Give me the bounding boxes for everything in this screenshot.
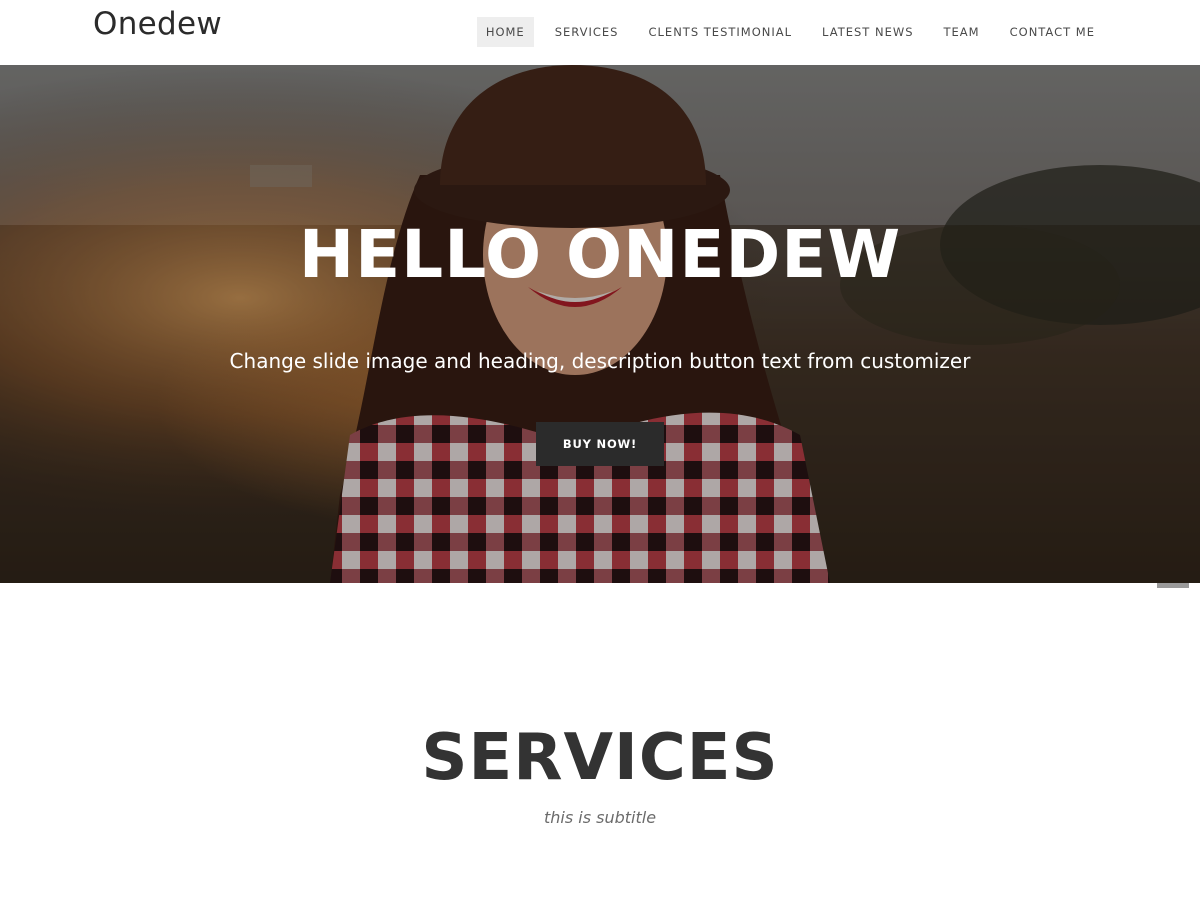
nav-item-team[interactable]: TEAM (935, 17, 989, 47)
slider-scroll-indicator[interactable] (1157, 583, 1189, 588)
services-subtitle: this is subtitle (543, 808, 657, 827)
hero-slider: HELLO ONEDEW Change slide image and head… (0, 65, 1200, 583)
nav-item-contact[interactable]: CONTACT ME (1001, 17, 1104, 47)
nav-item-home[interactable]: HOME (476, 17, 534, 47)
nav-item-latest-news[interactable]: LATEST NEWS (813, 17, 922, 47)
site-header: Onedew HOME SERVICES CLENTS TESTIMONIAL … (0, 0, 1200, 65)
hero-overlay (0, 65, 1200, 583)
hero-heading: HELLO ONEDEW (298, 216, 902, 293)
nav-item-testimonial[interactable]: CLENTS TESTIMONIAL (640, 17, 802, 47)
hero-description: Change slide image and heading, descript… (229, 349, 971, 373)
buy-now-button[interactable]: BUY NOW! (536, 422, 664, 466)
site-logo[interactable]: Onedew (93, 6, 222, 42)
services-title: SERVICES (421, 721, 779, 795)
page: Onedew HOME SERVICES CLENTS TESTIMONIAL … (0, 0, 1200, 900)
nav-item-services[interactable]: SERVICES (546, 17, 628, 47)
main-nav: HOME SERVICES CLENTS TESTIMONIAL LATEST … (465, 17, 1104, 47)
